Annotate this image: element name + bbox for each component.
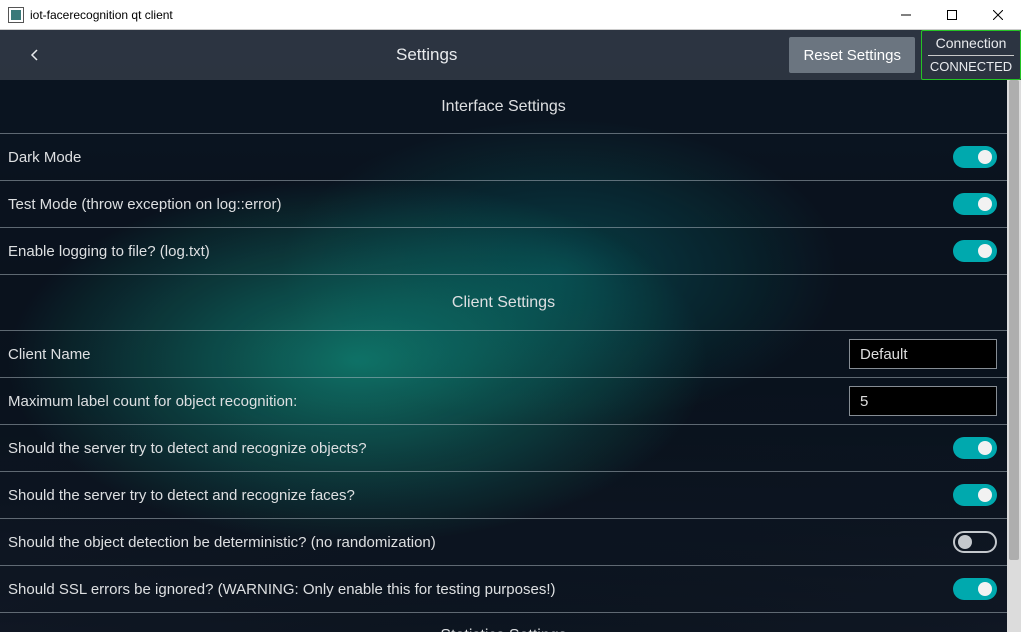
- input-max-label-count[interactable]: [849, 386, 997, 416]
- close-icon: [993, 10, 1003, 20]
- toggle-knob: [978, 244, 992, 258]
- input-client-name[interactable]: [849, 339, 997, 369]
- maximize-button[interactable]: [929, 0, 975, 30]
- row-log-to-file: Enable logging to file? (log.txt): [0, 228, 1007, 275]
- connection-label: Connection: [922, 32, 1020, 55]
- toggle-knob: [958, 535, 972, 549]
- toggle-detect-objects[interactable]: [953, 437, 997, 459]
- close-button[interactable]: [975, 0, 1021, 30]
- toggle-knob: [978, 150, 992, 164]
- page-title: Settings: [70, 30, 783, 80]
- app-icon: [8, 7, 24, 23]
- label-client-name: Client Name: [8, 346, 849, 363]
- row-dark-mode: Dark Mode: [0, 134, 1007, 181]
- toggle-knob: [978, 197, 992, 211]
- back-button[interactable]: [0, 30, 70, 80]
- toggle-dark-mode[interactable]: [953, 146, 997, 168]
- section-header-client: Client Settings: [0, 275, 1007, 331]
- row-detect-objects: Should the server try to detect and reco…: [0, 425, 1007, 472]
- toggle-detect-faces[interactable]: [953, 484, 997, 506]
- row-client-name: Client Name: [0, 331, 1007, 378]
- minimize-button[interactable]: [883, 0, 929, 30]
- chevron-left-icon: [29, 49, 41, 61]
- toggle-log-to-file[interactable]: [953, 240, 997, 262]
- toggle-knob: [978, 488, 992, 502]
- toggle-ignore-ssl[interactable]: [953, 578, 997, 600]
- window-titlebar: iot-facerecognition qt client: [0, 0, 1021, 30]
- label-ignore-ssl: Should SSL errors be ignored? (WARNING: …: [8, 581, 953, 598]
- reset-settings-button[interactable]: Reset Settings: [789, 37, 915, 73]
- scrollbar-thumb[interactable]: [1009, 80, 1019, 560]
- toggle-knob: [978, 582, 992, 596]
- section-header-statistics: Statistics Settings: [0, 613, 1007, 632]
- section-header-interface: Interface Settings: [0, 80, 1007, 134]
- connection-status: CONNECTED: [922, 56, 1020, 78]
- connection-status-box: Connection CONNECTED: [921, 30, 1021, 80]
- row-test-mode: Test Mode (throw exception on log::error…: [0, 181, 1007, 228]
- row-max-label-count: Maximum label count for object recogniti…: [0, 378, 1007, 425]
- label-detect-faces: Should the server try to detect and reco…: [8, 487, 953, 504]
- settings-scroll-area[interactable]: Interface Settings Dark Mode Test Mode (…: [0, 80, 1007, 632]
- label-log-to-file: Enable logging to file? (log.txt): [8, 243, 953, 260]
- toggle-test-mode[interactable]: [953, 193, 997, 215]
- label-deterministic: Should the object detection be determini…: [8, 534, 953, 551]
- toggle-knob: [978, 441, 992, 455]
- row-ignore-ssl: Should SSL errors be ignored? (WARNING: …: [0, 566, 1007, 613]
- maximize-icon: [947, 10, 957, 20]
- label-test-mode: Test Mode (throw exception on log::error…: [8, 196, 953, 213]
- client-area: Settings Reset Settings Connection CONNE…: [0, 30, 1021, 632]
- minimize-icon: [901, 10, 911, 20]
- window-title: iot-facerecognition qt client: [30, 8, 173, 22]
- label-dark-mode: Dark Mode: [8, 149, 953, 166]
- toggle-deterministic[interactable]: [953, 531, 997, 553]
- label-max-label-count: Maximum label count for object recogniti…: [8, 393, 849, 410]
- vertical-scrollbar[interactable]: [1007, 80, 1021, 632]
- row-detect-faces: Should the server try to detect and reco…: [0, 472, 1007, 519]
- row-deterministic: Should the object detection be determini…: [0, 519, 1007, 566]
- toolbar: Settings Reset Settings Connection CONNE…: [0, 30, 1021, 80]
- label-detect-objects: Should the server try to detect and reco…: [8, 440, 953, 457]
